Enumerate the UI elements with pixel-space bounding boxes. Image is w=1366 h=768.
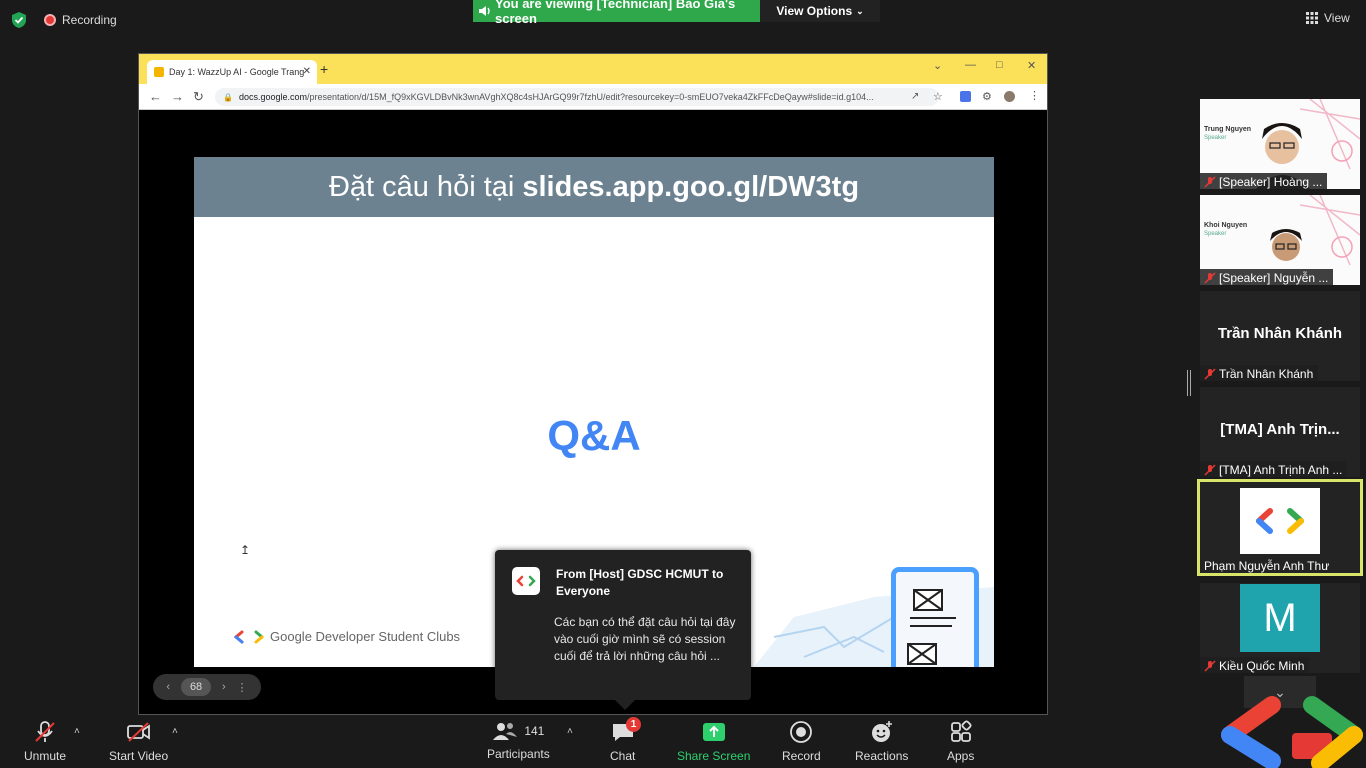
view-options-button[interactable]: View Options ⌄ [760, 0, 880, 22]
record-icon [790, 721, 813, 743]
chat-unread-badge: 1 [626, 717, 641, 732]
back-icon[interactable]: ← [149, 89, 162, 104]
host-avatar [512, 567, 540, 595]
gdsc-watermark-logo [1221, 696, 1363, 768]
participant-tile[interactable]: Khoi Nguyen Speaker [Speaker] Nguyễn ... [1200, 195, 1360, 285]
smiley-icon [871, 721, 892, 742]
gdsc-logo-icon [516, 575, 536, 587]
slide-pager[interactable]: ‹ 68 › ⋮ [153, 674, 261, 700]
slide-header-prefix: Đặt câu hỏi tại [328, 170, 515, 203]
new-tab-icon[interactable]: + [320, 61, 328, 77]
gdsc-logo-icon [1256, 508, 1304, 534]
browser-tab-bar: Day 1: WazzUp AI - Google Trang ✕ + ⌄ — … [139, 54, 1047, 84]
footer-brand-label: Google Developer Student Clubs [270, 629, 461, 644]
browser-toolbar: ← → ↻ 🔒 docs.google.com/presentation/d/1… [139, 84, 1047, 110]
slide-header-url: slides.app.goo.gl/DW3tg [522, 170, 860, 203]
participant-name-label: [Speaker] Nguyễn ... [1200, 269, 1334, 285]
tab-title: Day 1: WazzUp AI - Google Trang [169, 67, 305, 77]
active-speaker-tile[interactable]: Phạm Nguyễn Anh Thư [1197, 479, 1363, 576]
participant-avatar: M [1240, 584, 1320, 652]
share-screen-icon [702, 723, 725, 741]
extensions-puzzle-icon[interactable]: ⚙ [982, 90, 992, 103]
share-page-icon[interactable]: ↗ [911, 91, 919, 102]
next-slide-icon[interactable]: › [222, 681, 226, 693]
participant-display-name: [TMA] Anh Trịn... [1220, 421, 1340, 438]
mic-muted-icon [1204, 175, 1216, 188]
speaker-icon [479, 6, 490, 16]
participant-name-label: Phạm Nguyễn Anh Thư [1204, 558, 1330, 573]
participant-tile[interactable]: [TMA] Anh Trịn... [TMA] Anh Trịnh Anh ..… [1200, 387, 1360, 477]
apps-icon [950, 720, 972, 742]
participants-button[interactable]: 141 Participants [487, 720, 550, 761]
chat-sender: From [Host] GDSC HCMUT to Everyone [556, 567, 724, 598]
text-cursor-icon: ↥ [240, 543, 251, 557]
video-off-icon [126, 722, 150, 742]
grid-icon [1306, 12, 1318, 24]
participants-options-caret[interactable]: ˄ [567, 726, 573, 737]
view-label: View [1324, 11, 1350, 25]
address-bar[interactable]: 🔒 docs.google.com/presentation/d/15M_fQ9… [215, 88, 939, 106]
viewing-banner: You are viewing [Technician] Bảo Gia's s… [473, 0, 760, 26]
tab-search-icon[interactable]: ⌄ [933, 59, 942, 72]
slide-header: Đặt câu hỏi tại slides.app.goo.gl/DW3tg [194, 157, 994, 217]
recording-indicator[interactable]: Recording [44, 13, 117, 27]
maximize-icon[interactable]: □ [996, 59, 1003, 71]
more-options-icon[interactable]: ⋮ [237, 681, 248, 694]
slide-number: 68 [180, 678, 212, 696]
chat-notification[interactable]: From [Host] GDSC HCMUT to Everyone Các b… [495, 550, 751, 710]
participant-name-label: [Speaker] Hoàng ... [1200, 173, 1328, 189]
unmute-button[interactable]: Unmute [24, 720, 66, 763]
panel-resize-handle[interactable] [1187, 370, 1191, 396]
forward-icon[interactable]: → [171, 89, 184, 104]
mic-muted-icon [1204, 271, 1216, 284]
translate-extension-icon[interactable] [960, 91, 971, 102]
bookmark-star-icon[interactable]: ☆ [933, 90, 943, 103]
start-video-button[interactable]: Start Video [109, 720, 168, 763]
chevron-down-icon: ⌄ [856, 5, 864, 16]
reactions-button[interactable]: Reactions [855, 720, 908, 763]
slide-title: Q&A [547, 412, 641, 459]
mic-muted-icon [1204, 659, 1216, 672]
mail-illustration-icon [907, 589, 956, 665]
browser-tab[interactable]: Day 1: WazzUp AI - Google Trang ✕ [147, 60, 317, 84]
participant-name-label: Trần Nhân Khánh [1200, 365, 1319, 381]
video-options-caret[interactable]: ˄ [172, 726, 178, 737]
minimize-icon[interactable]: — [965, 59, 976, 71]
view-button[interactable]: View [1306, 11, 1350, 25]
participant-name-label: [TMA] Anh Trịnh Anh ... [1200, 461, 1348, 477]
security-shield-icon[interactable] [10, 11, 28, 29]
participant-display-name: Trần Nhân Khánh [1217, 325, 1343, 342]
mic-muted-icon [35, 721, 55, 742]
close-tab-icon[interactable]: ✕ [303, 66, 311, 77]
viewing-label: You are viewing [Technician] Bảo Gia's s… [495, 0, 736, 26]
audio-options-caret[interactable]: ˄ [74, 726, 80, 737]
view-options-label: View Options [776, 4, 853, 18]
mic-muted-icon [1204, 463, 1216, 476]
record-dot-icon [44, 14, 56, 26]
participant-tile[interactable]: Trung Nguyen Speaker [Speaker] Hoàng ... [1200, 99, 1360, 189]
share-screen-button[interactable]: Share Screen [677, 720, 750, 763]
participant-name-label: Kiều Quốc Minh [1200, 657, 1310, 673]
previous-slide-icon[interactable]: ‹ [166, 681, 170, 693]
gdsc-logo-icon [234, 630, 264, 643]
mic-muted-icon [1204, 367, 1216, 380]
slides-favicon-icon [154, 67, 164, 77]
url-text: docs.google.com/presentation/d/15M_fQ9xK… [238, 92, 874, 102]
phone-illustration [891, 567, 979, 667]
participants-count: 141 [524, 724, 545, 738]
participant-avatar [1240, 488, 1320, 554]
participant-tile[interactable]: Trần Nhân Khánh Trần Nhân Khánh [1200, 291, 1360, 381]
close-window-icon[interactable]: ✕ [1027, 59, 1036, 72]
record-button[interactable]: Record [782, 720, 821, 763]
apps-button[interactable]: Apps [947, 720, 974, 763]
slide-footer-brand: Google Developer Student Clubs [234, 629, 460, 644]
participants-icon [493, 723, 518, 740]
recording-label: Recording [62, 13, 117, 27]
profile-avatar-icon[interactable] [1004, 91, 1015, 102]
lock-icon: 🔒 [223, 92, 233, 102]
reload-icon[interactable]: ↻ [193, 89, 204, 105]
chat-message: Các bạn có thể đặt câu hỏi tại đây vào c… [554, 615, 736, 663]
browser-menu-icon[interactable]: ⋮ [1029, 89, 1040, 102]
